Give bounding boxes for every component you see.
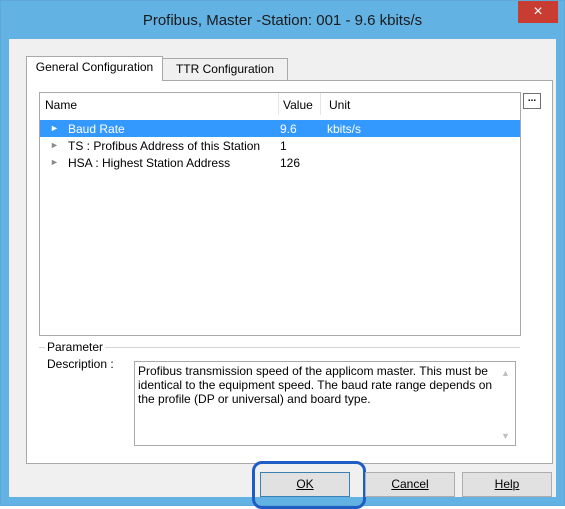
arrow-right-icon: ► [50, 140, 59, 150]
parameter-list[interactable]: Name Value Unit ► Baud Rate 9.6 kbits/s … [39, 92, 521, 336]
tab-general-configuration[interactable]: General Configuration [26, 56, 163, 81]
list-row-ts[interactable]: ► TS : Profibus Address of this Station … [40, 137, 520, 154]
ellipsis-button[interactable]: ... [523, 93, 541, 109]
arrow-right-icon: ► [50, 123, 59, 133]
arrow-right-icon: ► [50, 157, 59, 167]
scroll-down-icon[interactable]: ▼ [501, 431, 510, 441]
description-label: Description : [47, 357, 114, 371]
row-value: 1 [280, 139, 287, 153]
window-title: Profibus, Master -Station: 001 - 9.6 kbi… [142, 12, 423, 29]
row-value: 126 [280, 156, 301, 170]
list-row-hsa[interactable]: ► HSA : Highest Station Address 126 [40, 154, 520, 171]
list-row-baud-rate[interactable]: ► Baud Rate 9.6 kbits/s [40, 120, 520, 137]
row-name: Baud Rate [68, 122, 125, 136]
row-name: HSA : Highest Station Address [68, 156, 231, 170]
dialog-window: Profibus, Master -Station: 001 - 9.6 kbi… [0, 0, 565, 509]
description-scrollbar[interactable]: ▲ ▼ [498, 362, 515, 445]
row-value: 9.6 [280, 122, 297, 136]
cancel-button[interactable]: Cancel [365, 472, 455, 497]
help-button-label: Help [494, 477, 520, 491]
ok-button-label: OK [296, 477, 314, 491]
description-text: Profibus transmission speed of the appli… [138, 364, 493, 406]
row-name: TS : Profibus Address of this Station [68, 139, 261, 153]
list-header: Name Value Unit [40, 93, 520, 115]
column-header-name[interactable]: Name [45, 98, 77, 112]
dialog-client: General Configuration TTR Configuration … [9, 39, 556, 509]
title-bar[interactable]: Profibus, Master -Station: 001 - 9.6 kbi… [1, 1, 564, 39]
ok-button[interactable]: OK [260, 472, 350, 497]
description-textbox[interactable]: Profibus transmission speed of the appli… [134, 361, 516, 446]
cancel-button-label: Cancel [391, 477, 429, 491]
tab-ttr-configuration[interactable]: TTR Configuration [162, 58, 288, 81]
row-unit: kbits/s [327, 122, 362, 136]
scroll-up-icon[interactable]: ▲ [501, 368, 510, 378]
help-button[interactable]: Help [462, 472, 552, 497]
column-header-unit[interactable]: Unit [329, 98, 350, 112]
general-configuration-panel: Name Value Unit ► Baud Rate 9.6 kbits/s … [26, 80, 553, 464]
close-button[interactable]: × [518, 1, 558, 23]
column-divider[interactable] [278, 93, 279, 115]
parameter-group: Parameter Description : Profibus transmi… [39, 340, 520, 468]
column-header-value[interactable]: Value [283, 98, 313, 112]
column-divider[interactable] [320, 93, 321, 115]
parameter-group-label: Parameter [45, 340, 106, 354]
